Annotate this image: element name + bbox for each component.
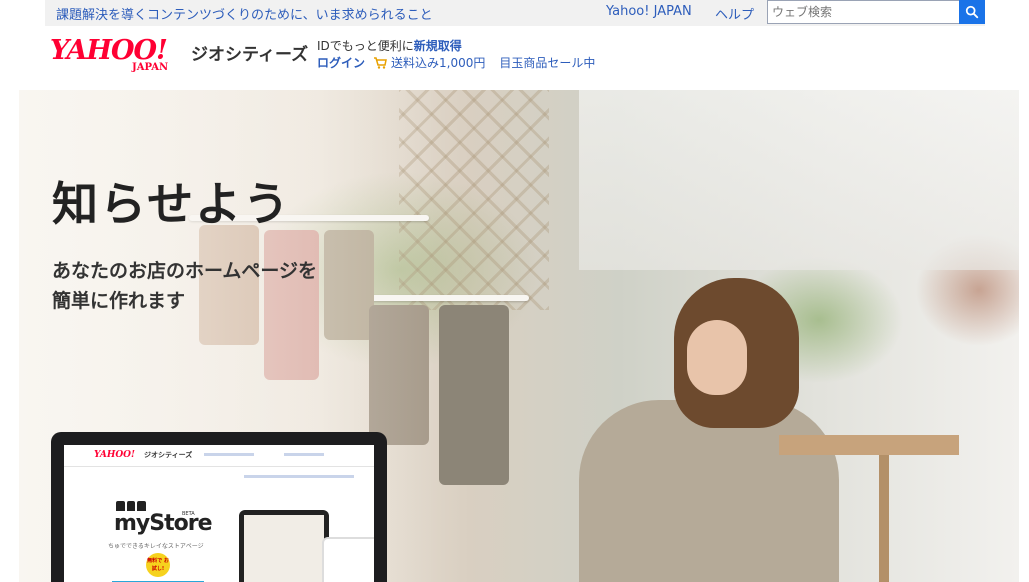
signup-link[interactable]: 新規取得 xyxy=(414,39,462,53)
hero-photo-wall xyxy=(579,90,1019,270)
mockup-product-name: myStore xyxy=(114,511,213,536)
search-input[interactable] xyxy=(767,0,959,24)
search-icon xyxy=(965,5,979,19)
hero-subtext-line1: あなたのお店のホームページを xyxy=(52,260,318,282)
hero-photo-table-leg xyxy=(879,455,889,582)
sale-link[interactable]: 目玉商品セール中 xyxy=(499,54,595,71)
logo-wordmark: YAHOO! xyxy=(50,35,168,66)
id-promo-text: IDでもっと便利に xyxy=(317,39,414,53)
hero-photo-bag xyxy=(439,305,509,485)
mockup-line xyxy=(244,475,354,478)
mockup-line xyxy=(204,453,254,456)
mockup-free-badge: 無料で お試し! xyxy=(146,553,170,577)
search-button[interactable] xyxy=(959,0,985,24)
mockup-beta: BETA xyxy=(182,511,195,517)
hero-subtext: あなたのお店のホームページを 簡単に作れます xyxy=(52,256,317,316)
hero-banner: 知らせよう あなたのお店のホームページを 簡単に作れます YAHOO! ジオシテ… xyxy=(19,90,1019,582)
phone-mockup xyxy=(322,537,374,582)
store-awning-icon xyxy=(116,501,147,511)
mockup-logo: YAHOO! xyxy=(94,450,135,460)
hero-photo-person-face xyxy=(687,320,747,395)
mockup-header: YAHOO! ジオシティーズ xyxy=(64,445,374,467)
login-link[interactable]: ログイン xyxy=(317,54,365,71)
web-search xyxy=(767,0,985,24)
hero-photo-table xyxy=(779,435,959,455)
promo-link[interactable]: 課題解決を導くコンテンツづくりのために、いま求められること xyxy=(56,4,433,23)
mockup-line xyxy=(284,453,324,456)
mockup-service: ジオシティーズ xyxy=(144,451,193,459)
laptop-screen: YAHOO! ジオシティーズ myStore BETA ちゅでできるキレイなスト… xyxy=(64,445,374,582)
top-utility-bar: 課題解決を導くコンテンツづくりのために、いま求められること Yahoo! JAP… xyxy=(45,0,985,26)
shipping-link[interactable]: 送料込み1,000円 xyxy=(391,54,485,71)
service-name[interactable]: ジオシティーズ xyxy=(191,40,308,65)
yahoo-japan-link[interactable]: Yahoo! JAPAN xyxy=(606,4,692,19)
laptop-mockup: YAHOO! ジオシティーズ myStore BETA ちゅでできるキレイなスト… xyxy=(51,432,387,582)
mockup-tagline: ちゅでできるキレイなストアページ xyxy=(108,543,204,550)
site-header: YAHOO! JAPAN ジオシティーズ IDでもっと便利に新規取得 ログイン … xyxy=(0,26,1029,90)
yahoo-logo[interactable]: YAHOO! JAPAN xyxy=(50,35,168,73)
logo-japan: JAPAN xyxy=(132,62,169,73)
tablet-mockup xyxy=(239,510,329,582)
cart-icon xyxy=(374,56,387,69)
hero-headline: 知らせよう xyxy=(52,177,292,231)
id-promo: IDでもっと便利に新規取得 xyxy=(317,37,462,54)
hero-subtext-line2: 簡単に作れます xyxy=(52,290,186,312)
header-links-row: ログイン 送料込み1,000円 目玉商品セール中 xyxy=(317,54,595,71)
help-link[interactable]: ヘルプ xyxy=(715,4,754,23)
